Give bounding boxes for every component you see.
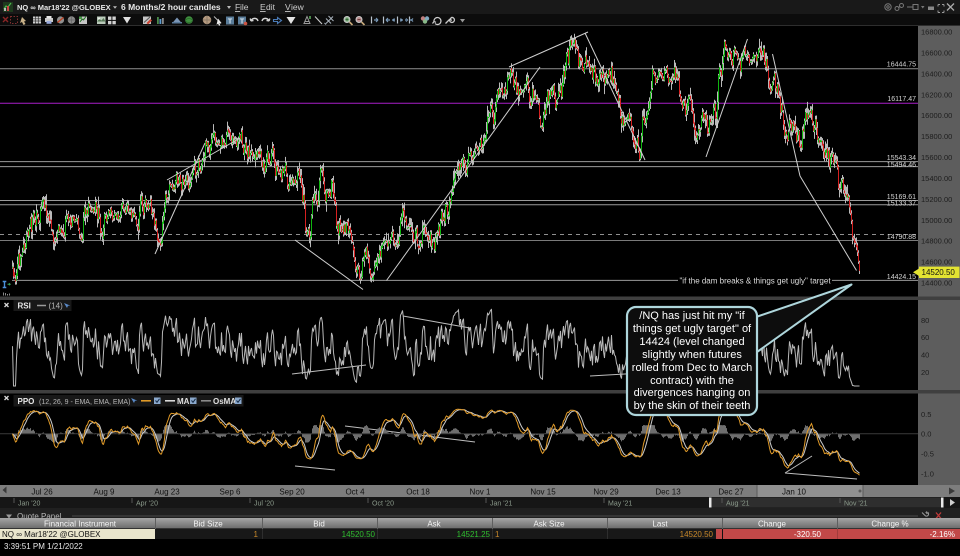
- svg-text:15543.34: 15543.34: [887, 155, 916, 162]
- svg-text:80: 80: [921, 316, 929, 325]
- svg-text:15133.37: 15133.37: [887, 201, 916, 208]
- svg-text:20: 20: [921, 368, 929, 377]
- svg-text:0.5: 0.5: [921, 410, 931, 419]
- svg-text:Aug 9: Aug 9: [94, 488, 115, 497]
- svg-text:14520.50: 14520.50: [680, 530, 714, 539]
- svg-text:14600.00: 14600.00: [921, 258, 952, 267]
- svg-text:OsMA: OsMA: [213, 397, 236, 406]
- svg-text:16444.75: 16444.75: [887, 62, 916, 69]
- svg-text:14520.50: 14520.50: [342, 530, 376, 539]
- svg-text:16000.00: 16000.00: [921, 111, 952, 120]
- svg-text:1: 1: [254, 530, 259, 539]
- svg-text:Jan '20: Jan '20: [18, 501, 40, 508]
- svg-text:15200.00: 15200.00: [921, 195, 952, 204]
- svg-text:Sep 6: Sep 6: [220, 488, 241, 497]
- svg-text:(12, 26, 9 - EMA, EMA, EMA): (12, 26, 9 - EMA, EMA, EMA): [39, 399, 130, 406]
- svg-text:Oct 4: Oct 4: [345, 488, 365, 497]
- svg-text:Nov 29: Nov 29: [593, 488, 619, 497]
- svg-text:Dec 27: Dec 27: [718, 488, 744, 497]
- svg-text:Aug 23: Aug 23: [154, 488, 180, 497]
- svg-text:Financial Instrument: Financial Instrument: [44, 520, 117, 529]
- svg-text:16117.47: 16117.47: [887, 96, 916, 103]
- svg-text:Ask: Ask: [427, 520, 441, 529]
- svg-text:Oct 18: Oct 18: [406, 488, 430, 497]
- svg-text:1: 1: [495, 530, 500, 539]
- svg-text:RSI: RSI: [18, 302, 31, 311]
- svg-text:14790.88: 14790.88: [887, 234, 916, 241]
- svg-text:16200.00: 16200.00: [921, 90, 952, 99]
- svg-text:14424.15: 14424.15: [887, 274, 916, 281]
- svg-text:15494.46: 15494.46: [887, 162, 916, 169]
- svg-text:15600.00: 15600.00: [921, 153, 952, 162]
- svg-text:16600.00: 16600.00: [921, 49, 952, 58]
- svg-text:Sep 20: Sep 20: [279, 488, 305, 497]
- svg-text:15800.00: 15800.00: [921, 132, 952, 141]
- svg-text:PPO: PPO: [18, 397, 35, 406]
- svg-text:Jan 10: Jan 10: [782, 488, 807, 497]
- svg-text:-1.0: -1.0: [921, 469, 934, 478]
- svg-text:-320.50: -320.50: [794, 530, 822, 539]
- svg-text:"if the dam breaks & things ge: "if the dam breaks & things get ugly" ta…: [679, 277, 831, 286]
- svg-text:MA: MA: [177, 397, 190, 406]
- svg-text:Nov 1: Nov 1: [470, 488, 491, 497]
- svg-text:May '21: May '21: [608, 501, 632, 508]
- svg-text:Oct '20: Oct '20: [372, 501, 394, 508]
- svg-text:Nov '21: Nov '21: [844, 501, 868, 508]
- svg-text:Bid: Bid: [313, 520, 325, 529]
- svg-text:-2.16%: -2.16%: [930, 530, 955, 539]
- svg-text:60: 60: [921, 333, 929, 342]
- svg-text:Jul 26: Jul 26: [31, 488, 53, 497]
- svg-text:Apr '20: Apr '20: [136, 501, 158, 508]
- svg-text:0.0: 0.0: [921, 430, 931, 439]
- svg-text:Change: Change: [758, 520, 787, 529]
- svg-text:Nov 15: Nov 15: [530, 488, 556, 497]
- svg-text:14800.00: 14800.00: [921, 237, 952, 246]
- svg-text:Dec 13: Dec 13: [655, 488, 681, 497]
- svg-text:Ask Size: Ask Size: [533, 520, 565, 529]
- svg-text:Jan '21: Jan '21: [490, 501, 512, 508]
- svg-text:15400.00: 15400.00: [921, 174, 952, 183]
- svg-text:14521.25: 14521.25: [457, 530, 491, 539]
- svg-text:Bid Size: Bid Size: [193, 520, 223, 529]
- svg-text:Aug '21: Aug '21: [726, 501, 750, 508]
- svg-text:16800.00: 16800.00: [921, 28, 952, 37]
- svg-text:40: 40: [921, 351, 929, 360]
- svg-text:-0.5: -0.5: [921, 450, 934, 459]
- svg-text:15000.00: 15000.00: [921, 216, 952, 225]
- svg-text:14520.50: 14520.50: [922, 268, 956, 277]
- svg-text:16400.00: 16400.00: [921, 69, 952, 78]
- svg-text:Jul '20: Jul '20: [254, 501, 274, 508]
- svg-text:Change %: Change %: [871, 520, 908, 529]
- svg-text:(14): (14): [49, 302, 64, 311]
- svg-text:14400.00: 14400.00: [921, 279, 952, 288]
- svg-text:NQ ∞ Mar18'22 @GLOBEX: NQ ∞ Mar18'22 @GLOBEX: [2, 530, 101, 539]
- svg-text:Last: Last: [652, 520, 668, 529]
